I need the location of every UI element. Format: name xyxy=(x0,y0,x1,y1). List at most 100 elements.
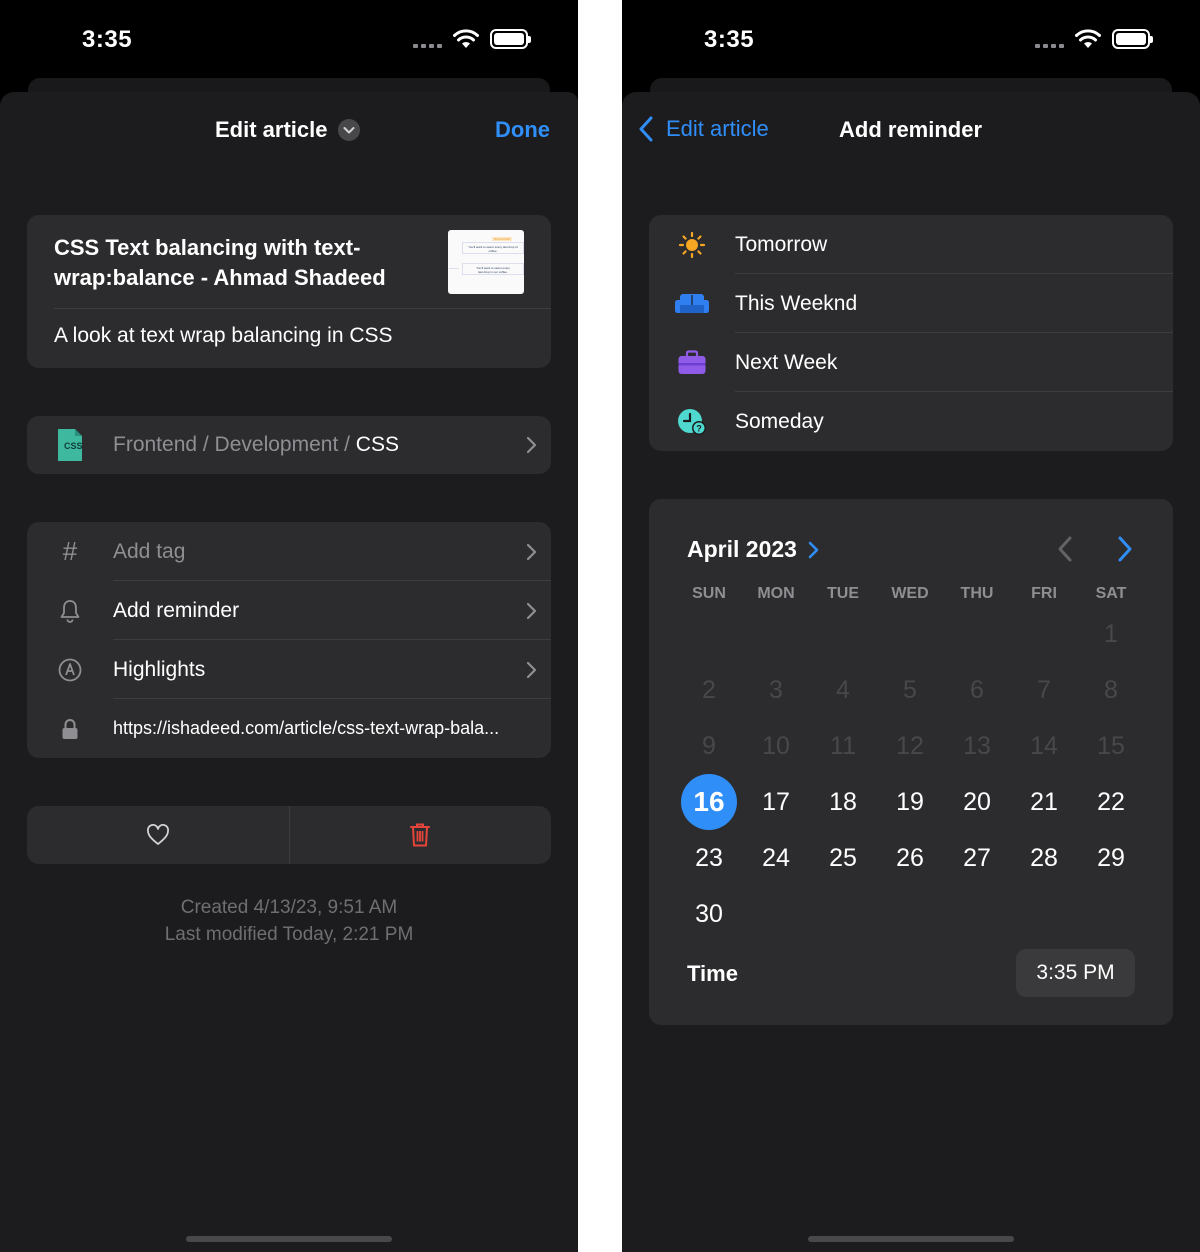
quick-options-card: Tomorrow This Weeknd Next Week ? Someday xyxy=(649,215,1173,451)
add-reminder-row[interactable]: Add reminder xyxy=(27,581,551,640)
calendar-day: 10 xyxy=(762,731,790,760)
add-reminder-sheet: Edit article Add reminder Tomorrow This … xyxy=(622,92,1200,1252)
calendar-day[interactable]: 22 xyxy=(1083,774,1139,830)
highlights-row[interactable]: Highlights xyxy=(27,640,551,699)
calendar-day: 13 xyxy=(963,731,991,760)
add-tag-label: Add tag xyxy=(113,539,186,563)
chevron-right-icon xyxy=(808,541,819,558)
heart-icon xyxy=(146,824,169,845)
calendar-card: April 2023 SUN MON TUE WED THU FRI SAT 1234567… xyxy=(649,499,1173,1025)
calendar-day[interactable]: 24 xyxy=(748,830,804,886)
chevron-left-icon xyxy=(639,116,653,142)
weekday-mon: MON xyxy=(757,585,795,602)
status-time: 3:35 xyxy=(704,26,755,53)
calendar-day[interactable]: 30 xyxy=(681,886,737,942)
calendar-day: 4 xyxy=(836,675,850,704)
bell-icon xyxy=(60,599,80,623)
edit-article-screen: 3:35 Edit article Done CSS Text balancin… xyxy=(0,0,578,1252)
previous-month-button[interactable] xyxy=(1049,535,1081,568)
calendar-day: 12 xyxy=(896,731,924,760)
calendar-day[interactable]: 29 xyxy=(1083,830,1139,886)
battery-icon xyxy=(490,29,531,49)
calendar-day[interactable]: 23 xyxy=(681,830,737,886)
time-picker[interactable]: 3:35 PM xyxy=(1016,949,1135,997)
url-row[interactable]: https://ishadeed.com/article/css-text-wr… xyxy=(27,699,551,758)
home-indicator xyxy=(186,1236,392,1242)
clock-question-icon: ? xyxy=(678,408,706,435)
article-url: https://ishadeed.com/article/css-text-wr… xyxy=(113,718,500,738)
edit-article-sheet: Edit article Done CSS Text balancing wit… xyxy=(0,92,578,1252)
calendar-day[interactable]: 17 xyxy=(748,774,804,830)
calendar-day: 1 xyxy=(1104,619,1118,648)
calendar-day[interactable]: 26 xyxy=(882,830,938,886)
calendar-day: 11 xyxy=(830,731,856,760)
wifi-icon xyxy=(1075,29,1101,48)
briefcase-icon xyxy=(678,349,706,374)
weekday-tue: TUE xyxy=(827,585,859,602)
chevron-right-icon xyxy=(511,602,551,620)
details-card: # Add tag Add reminder Highlights https:… xyxy=(27,522,551,758)
calendar-day[interactable]: 21 xyxy=(1016,774,1072,830)
option-someday[interactable]: ? Someday xyxy=(649,392,1173,451)
calendar-day[interactable]: 19 xyxy=(882,774,938,830)
calendar-day: 8 xyxy=(1104,675,1118,704)
highlights-label: Highlights xyxy=(113,657,206,681)
chevron-right-icon xyxy=(511,543,551,561)
status-bar: 3:35 xyxy=(0,0,578,80)
option-tomorrow[interactable]: Tomorrow xyxy=(649,215,1173,274)
done-button[interactable]: Done xyxy=(495,117,550,143)
month-picker-button[interactable]: April 2023 xyxy=(687,536,819,563)
calendar-day: 15 xyxy=(1097,731,1125,760)
modified-date: Last modified Today, 2:21 PM xyxy=(164,924,414,945)
calendar-day[interactable]: 20 xyxy=(949,774,1005,830)
calendar-day: 7 xyxy=(1037,675,1051,704)
highlighter-circle-icon xyxy=(58,658,82,681)
calendar-day: 3 xyxy=(769,675,783,704)
weekday-fri: FRI xyxy=(1031,585,1057,602)
weekday-wed: WED xyxy=(891,585,929,602)
trash-icon xyxy=(410,823,431,847)
sun-icon xyxy=(678,231,706,258)
cellular-signal-icon xyxy=(1035,26,1064,52)
chevron-right-icon xyxy=(511,661,551,679)
calendar-day-selected[interactable]: 16 xyxy=(681,774,737,830)
back-button[interactable]: Edit article xyxy=(638,115,769,143)
add-reminder-label: Add reminder xyxy=(113,598,240,622)
option-next-week[interactable]: Next Week xyxy=(649,333,1173,392)
option-this-weekend[interactable]: This Weeknd xyxy=(649,274,1173,333)
calendar-day[interactable]: 27 xyxy=(949,830,1005,886)
wifi-icon xyxy=(453,29,479,48)
article-title[interactable]: CSS Text balancing with text- wrap:balan… xyxy=(54,233,434,293)
page-title: Add reminder xyxy=(839,117,983,142)
favorite-button[interactable] xyxy=(27,806,290,864)
calendar-day: 5 xyxy=(903,675,917,704)
calendar-day[interactable]: 28 xyxy=(1016,830,1072,886)
chevron-right-icon xyxy=(1118,536,1132,562)
article-description[interactable]: A look at text wrap balancing in CSS xyxy=(54,324,393,348)
delete-button[interactable] xyxy=(290,806,552,864)
weekday-sun: SUN xyxy=(692,585,726,602)
article-thumbnail: BALANCED You'll want to savor every last… xyxy=(448,230,524,294)
month-label: April 2023 xyxy=(687,536,797,562)
next-month-button[interactable] xyxy=(1109,535,1141,568)
folder-row[interactable]: CSS Frontend / Development / CSS xyxy=(27,416,551,474)
status-time: 3:35 xyxy=(82,26,133,53)
article-card: CSS Text balancing with text- wrap:balan… xyxy=(27,215,551,368)
battery-icon xyxy=(1112,29,1153,49)
time-label: Time xyxy=(687,961,738,986)
add-tag-row[interactable]: # Add tag xyxy=(27,522,551,581)
article-metadata: Created 4/13/23, 9:51 AM Last modified T… xyxy=(0,894,578,948)
chevron-right-icon xyxy=(511,436,551,454)
add-reminder-screen: 3:35 Edit article Add reminder Tomorrow … xyxy=(622,0,1200,1252)
calendar-day[interactable]: 18 xyxy=(815,774,871,830)
actions-card xyxy=(27,806,551,864)
calendar-day[interactable]: 25 xyxy=(815,830,871,886)
weekday-thu: THU xyxy=(960,585,994,602)
nav-title-menu[interactable]: Edit article xyxy=(215,117,361,143)
svg-text:?: ? xyxy=(696,423,702,433)
calendar-day: 6 xyxy=(970,675,984,704)
weekday-sat: SAT xyxy=(1095,585,1127,602)
hashtag-icon: # xyxy=(62,536,78,566)
lock-icon xyxy=(62,718,78,739)
status-bar: 3:35 xyxy=(622,0,1200,80)
